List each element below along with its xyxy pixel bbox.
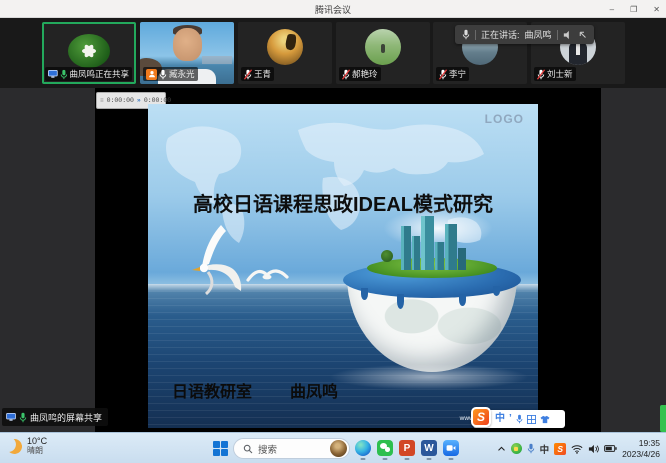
- search-highlight-image[interactable]: [330, 440, 347, 457]
- close-button[interactable]: ✕: [653, 5, 660, 14]
- timer-separator-icon: »: [137, 97, 141, 104]
- sogou-logo-icon[interactable]: S: [471, 407, 491, 427]
- participant-name: 王青: [254, 68, 271, 80]
- search-placeholder: 搜索: [258, 442, 325, 456]
- participant-name: 臧永光: [169, 68, 195, 80]
- tray-mic-icon[interactable]: [527, 443, 535, 454]
- timer-total: 0:00:00: [144, 97, 171, 104]
- moon-icon: [5, 437, 24, 456]
- antivirus-tray-icon[interactable]: [511, 443, 522, 454]
- timer-elapsed: 0:00:00: [107, 97, 134, 104]
- slide-logo: LOGO: [485, 112, 524, 126]
- tray-clock[interactable]: 19:35 2023/4/26: [622, 438, 660, 458]
- edge-icon: [355, 440, 371, 456]
- sogou-input-toolbar[interactable]: S 中 ’: [473, 410, 565, 428]
- timer-menu-icon[interactable]: ≡: [100, 97, 104, 104]
- wifi-icon[interactable]: [571, 444, 583, 454]
- mic-on-icon: [60, 69, 68, 80]
- participant-name: 李宁: [449, 68, 466, 80]
- avatar: [267, 29, 303, 65]
- skin-shirt-icon[interactable]: [540, 415, 550, 424]
- slide-author: 曲凤鸣: [290, 378, 338, 402]
- participant-tile-3[interactable]: 王青: [238, 22, 332, 84]
- avatar: [68, 34, 110, 68]
- taskbar-search[interactable]: 搜索: [233, 438, 350, 459]
- ime-indicator[interactable]: 中: [540, 442, 550, 456]
- active-indicator: [449, 458, 454, 460]
- tray-chevron-icon[interactable]: [497, 445, 506, 452]
- clock-date: 2023/4/26: [622, 449, 660, 459]
- slide-department: 日语教研室: [172, 378, 252, 402]
- weather-condition: 晴朗: [27, 447, 47, 456]
- city-buildings: [401, 214, 471, 270]
- powerpoint-icon: P: [399, 440, 415, 456]
- seagull-icon: [245, 262, 290, 290]
- taskbar-app-tencent-meeting[interactable]: [443, 440, 459, 456]
- mic-muted-icon: [244, 69, 252, 80]
- mic-icon: [462, 29, 470, 40]
- avatar: [365, 29, 401, 65]
- sogou-tray-icon[interactable]: S: [554, 443, 566, 455]
- active-indicator: [427, 458, 432, 460]
- seagull-icon: [175, 222, 255, 297]
- speaking-toast: 正在讲话: 曲凤鸣: [455, 25, 594, 44]
- mic-muted-icon: [342, 69, 350, 80]
- edge-panel-handle[interactable]: [660, 405, 666, 432]
- taskbar-app-wechat[interactable]: [377, 440, 393, 456]
- active-indicator: [361, 458, 366, 460]
- screen-share-icon: [6, 413, 16, 421]
- search-icon: [243, 444, 253, 454]
- soft-keyboard-icon[interactable]: [527, 415, 536, 424]
- mic-muted-icon: [439, 69, 447, 80]
- participant-name: 刘士新: [547, 68, 573, 80]
- participant-tile-4[interactable]: 郝艳玲: [336, 22, 430, 84]
- host-badge-icon: [146, 69, 157, 80]
- main-area: ≡ 0:00:00 » 0:00:00 LOGO: [0, 88, 666, 432]
- active-indicator: [383, 458, 388, 460]
- mic-muted-icon: [537, 69, 545, 80]
- windows-taskbar: 10°C 晴朗 搜索 P W 中 S 19:35: [0, 432, 666, 463]
- shared-screen-stage: ≡ 0:00:00 » 0:00:00 LOGO: [95, 88, 601, 432]
- word-icon: W: [421, 440, 437, 456]
- clock-time: 19:35: [622, 438, 660, 448]
- share-chip-label: 曲凤鸣的屏幕共享: [30, 411, 102, 424]
- voice-input-icon[interactable]: [516, 414, 523, 424]
- minimize-button[interactable]: –: [610, 5, 614, 14]
- globe-graphic: [343, 214, 521, 414]
- screen-share-icon: [48, 70, 58, 78]
- screen-share-chip[interactable]: 曲凤鸣的屏幕共享: [2, 408, 108, 426]
- taskbar-app-edge[interactable]: [355, 440, 371, 456]
- window-title: 腾讯会议: [0, 3, 666, 16]
- speaking-name: 曲凤鸣: [525, 28, 552, 41]
- maximize-button[interactable]: ❐: [630, 5, 637, 14]
- participant-tile-quFengming[interactable]: 曲凤鸣正在共享: [42, 22, 136, 84]
- speaking-label: 正在讲话:: [481, 28, 520, 41]
- active-indicator: [405, 458, 410, 460]
- mic-on-icon: [19, 412, 27, 423]
- participant-name: 曲凤鸣正在共享: [69, 68, 129, 80]
- wechat-icon: [377, 440, 393, 456]
- battery-icon[interactable]: [604, 444, 617, 453]
- title-bar: 腾讯会议 – ❐ ✕: [0, 0, 666, 18]
- taskbar-weather-widget[interactable]: 10°C 晴朗: [7, 437, 47, 456]
- speaker-icon[interactable]: [588, 444, 599, 454]
- participant-name: 郝艳玲: [352, 68, 378, 80]
- participant-tile-2[interactable]: 臧永光: [140, 22, 234, 84]
- speaker-icon[interactable]: [563, 30, 573, 40]
- taskbar-app-word[interactable]: W: [421, 440, 437, 456]
- participant-filmstrip: 曲凤鸣正在共享 臧永光 王青: [0, 18, 666, 88]
- tencent-meeting-window: 腾讯会议 – ❐ ✕ 曲凤鸣正在共享: [0, 0, 666, 463]
- tencent-meeting-icon: [443, 440, 459, 456]
- punctuation-mode-icon[interactable]: ’: [509, 414, 512, 424]
- presentation-slide: LOGO 高校日语课程思政IDEAL模式研究: [148, 104, 538, 428]
- collapse-arrow-icon[interactable]: [578, 30, 587, 39]
- ime-chinese-mode-icon[interactable]: 中: [495, 414, 505, 424]
- taskbar-app-powerpoint[interactable]: P: [399, 440, 415, 456]
- start-button[interactable]: [213, 441, 228, 456]
- mic-on-icon: [159, 69, 167, 80]
